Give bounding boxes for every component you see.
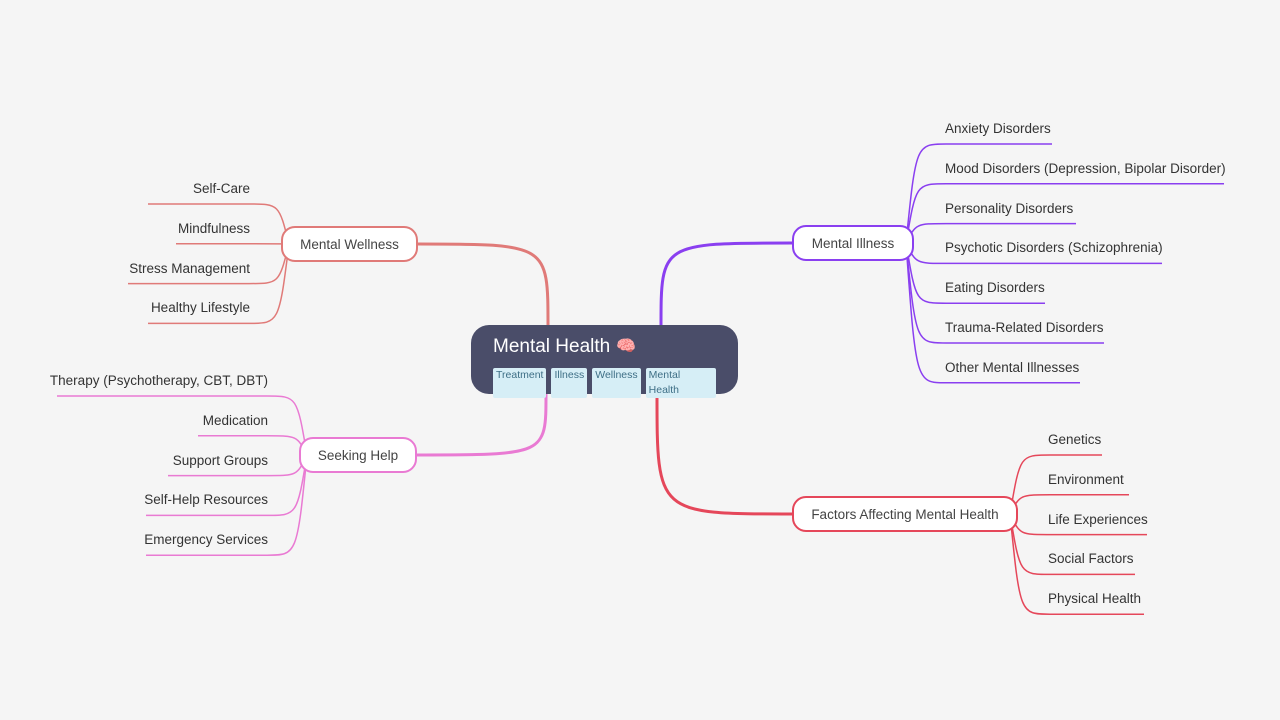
leaf-node[interactable]: Personality Disorders — [945, 200, 1073, 218]
leaf-node[interactable]: Other Mental Illnesses — [945, 359, 1079, 377]
branch-node-mental-illness[interactable]: Mental Illness — [792, 225, 914, 261]
branch-node-seeking-help[interactable]: Seeking Help — [299, 437, 417, 473]
leaf-node[interactable]: Mindfulness — [178, 220, 250, 238]
leaf-node[interactable]: Stress Management — [129, 260, 250, 278]
mindmap-canvas[interactable]: Mental Health 🧠 Treatment Illness Wellne… — [0, 0, 1280, 720]
root-node[interactable]: Mental Health 🧠 Treatment Illness Wellne… — [471, 325, 738, 398]
connector-root-factors-affecting — [655, 393, 793, 516]
branch-node-mental-wellness[interactable]: Mental Wellness — [281, 226, 418, 262]
leaf-node[interactable]: Psychotic Disorders (Schizophrenia) — [945, 239, 1163, 257]
leaf-node[interactable]: Eating Disorders — [945, 279, 1045, 297]
leaf-node[interactable]: Medication — [203, 412, 268, 430]
leaf-node[interactable]: Support Groups — [173, 452, 268, 470]
leaf-node[interactable]: Self-Care — [193, 180, 250, 198]
leaf-node[interactable]: Environment — [1048, 471, 1124, 489]
connector-leaf — [57, 395, 308, 456]
leaf-node[interactable]: Social Factors — [1048, 550, 1134, 568]
leaf-node[interactable]: Genetics — [1048, 431, 1101, 449]
tag-illness[interactable]: Illness — [551, 368, 588, 398]
root-title: Mental Health — [493, 336, 611, 357]
leaf-node[interactable]: Physical Health — [1048, 590, 1141, 608]
leaf-node[interactable]: Healthy Lifestyle — [151, 299, 250, 317]
leaf-node[interactable]: Trauma-Related Disorders — [945, 319, 1104, 337]
tag-mental-health[interactable]: Mental Health — [645, 368, 716, 398]
leaf-node[interactable]: Emergency Services — [144, 531, 268, 549]
leaf-node[interactable]: Therapy (Psychotherapy, CBT, DBT) — [50, 372, 268, 390]
leaf-node[interactable]: Mood Disorders (Depression, Bipolar Diso… — [945, 160, 1226, 178]
branch-node-factors-affecting[interactable]: Factors Affecting Mental Health — [792, 496, 1018, 532]
brain-icon: 🧠 — [616, 338, 637, 355]
connector-root-mental-wellness — [417, 242, 550, 327]
connector-root-mental-illness — [659, 241, 793, 327]
tag-wellness[interactable]: Wellness — [592, 368, 641, 398]
tag-treatment[interactable]: Treatment — [493, 368, 547, 398]
leaf-node[interactable]: Life Experiences — [1048, 511, 1148, 529]
connector-root-seeking-help — [416, 393, 548, 457]
tag-list: Treatment Illness Wellness Mental Health — [493, 368, 716, 398]
leaf-node[interactable]: Anxiety Disorders — [945, 120, 1051, 138]
leaf-node[interactable]: Self-Help Resources — [144, 491, 268, 509]
